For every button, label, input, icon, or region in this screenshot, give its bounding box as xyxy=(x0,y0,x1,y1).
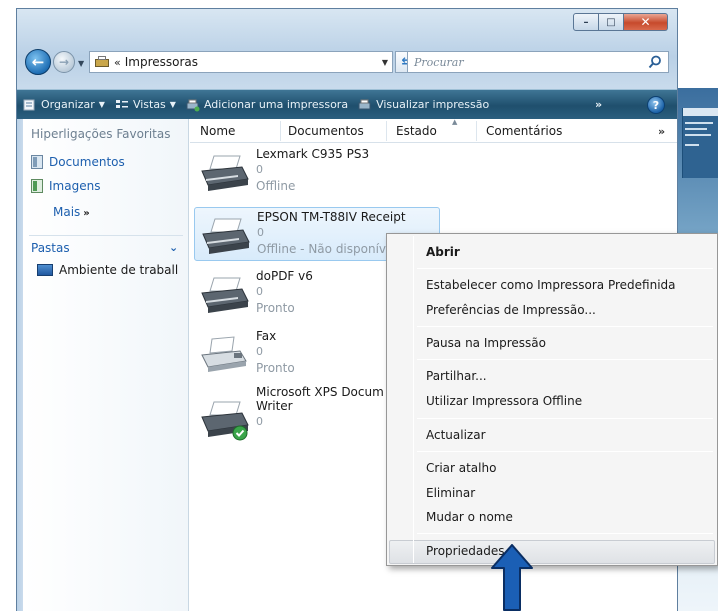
back-arrow-icon: ← xyxy=(31,53,45,71)
printer-name: Lexmark C935 PS3 xyxy=(256,147,370,161)
maximize-icon: □ xyxy=(606,16,616,28)
printer-name: Fax xyxy=(256,329,277,343)
favorite-links-heading: Hiperligações Favoritas xyxy=(31,127,171,141)
views-menu[interactable]: Vistas ▼ xyxy=(115,98,176,112)
address-chevron[interactable]: « xyxy=(114,56,121,69)
context-menu: Abrir Estabelecer como Impressora Predef… xyxy=(386,233,718,566)
recent-pages-dropdown[interactable]: ▼ xyxy=(78,59,84,68)
help-button[interactable]: ? xyxy=(647,96,665,114)
printer-status: Pronto xyxy=(256,361,295,375)
screen: – □ ✕ ← → ▼ « Impressoras ▼ ⇆ Procurar O… xyxy=(0,0,718,611)
printer-document-count: 0 xyxy=(256,285,263,298)
printer-document-count: 0 xyxy=(256,415,263,428)
double-chevron-icon: » xyxy=(83,208,90,219)
see-print-queue-button[interactable]: Visualizar impressão xyxy=(358,98,489,112)
pictures-icon xyxy=(31,179,43,193)
folders-toggle[interactable]: Pastas xyxy=(31,241,70,255)
add-printer-icon xyxy=(186,99,200,111)
column-header-status[interactable]: Estado xyxy=(396,124,437,138)
back-button[interactable]: ← xyxy=(25,49,51,75)
folder-tree-desktop[interactable]: Ambiente de traball xyxy=(37,263,178,277)
printers-folder-icon xyxy=(94,55,110,69)
column-headers: Nome Documentos Estado ▲ Comentários » xyxy=(190,119,677,143)
menu-item-use-printer-offline[interactable]: Utilizar Impressora Offline xyxy=(426,394,582,408)
column-header-documents[interactable]: Documentos xyxy=(288,124,364,138)
printer-icon xyxy=(202,218,250,254)
minimize-icon: – xyxy=(583,16,589,28)
column-header-comments[interactable]: Comentários xyxy=(486,124,562,138)
fax-icon xyxy=(201,336,247,372)
menu-item-open[interactable]: Abrir xyxy=(426,245,460,259)
print-queue-icon xyxy=(358,99,371,109)
default-printer-icon xyxy=(201,401,249,441)
command-bar: Organizar ▼ Vistas ▼ Adicionar uma impress… xyxy=(17,89,677,119)
printer-document-count: 0 xyxy=(257,226,264,239)
address-dropdown-icon[interactable]: ▼ xyxy=(382,58,388,67)
address-path[interactable]: Impressoras xyxy=(125,55,198,69)
close-button[interactable]: ✕ xyxy=(624,13,668,31)
background-window-thumbnail xyxy=(682,108,718,178)
menu-item-rename[interactable]: Mudar o nome xyxy=(426,510,513,524)
minimize-button[interactable]: – xyxy=(573,13,599,31)
favorite-link-pictures[interactable]: Imagens xyxy=(31,179,100,193)
chevron-down-icon[interactable]: ⌄ xyxy=(169,241,178,254)
printer-document-count: 0 xyxy=(256,345,263,358)
menu-item-delete[interactable]: Eliminar xyxy=(426,486,475,500)
printer-name: EPSON TM-T88IV Receipt xyxy=(257,210,406,224)
menu-item-refresh[interactable]: Actualizar xyxy=(426,428,486,442)
printer-document-count: 0 xyxy=(256,163,263,176)
forward-button[interactable]: → xyxy=(53,51,75,73)
forward-arrow-icon: → xyxy=(58,55,70,69)
printer-status: Offline xyxy=(256,179,296,193)
add-printer-button[interactable]: Adicionar uma impressora xyxy=(186,98,348,112)
organize-menu[interactable]: Organizar ▼ xyxy=(23,98,105,112)
views-icon xyxy=(115,99,128,108)
menu-item-create-shortcut[interactable]: Criar atalho xyxy=(426,461,496,475)
printer-item[interactable]: Lexmark C935 PS3 0 Offline xyxy=(194,145,440,199)
menu-item-pause-printing[interactable]: Pausa na Impressão xyxy=(426,336,546,350)
printer-name: Microsoft XPS Docum xyxy=(256,385,384,399)
printer-name-line2: Writer xyxy=(256,399,293,413)
search-box[interactable]: Procurar xyxy=(407,51,669,73)
printer-status: Offline - Não disponív xyxy=(257,242,387,256)
printer-name: doPDF v6 xyxy=(256,269,313,283)
menu-item-sharing[interactable]: Partilhar... xyxy=(426,369,487,383)
organize-icon xyxy=(23,99,35,110)
maximize-button[interactable]: □ xyxy=(599,13,624,31)
menu-item-set-default-printer[interactable]: Estabelecer como Impressora Predefinida xyxy=(426,278,676,292)
toolbar-overflow-button[interactable]: » xyxy=(595,98,602,111)
annotation-arrow-up-icon xyxy=(491,544,533,611)
close-icon: ✕ xyxy=(640,15,651,29)
printer-status: Pronto xyxy=(256,301,295,315)
chevron-down-icon: ▼ xyxy=(98,100,105,109)
desktop-icon xyxy=(37,264,53,276)
navigation-pane: Hiperligações Favoritas Documentos Image… xyxy=(23,119,189,611)
columns-overflow-button[interactable]: » xyxy=(658,125,665,138)
printer-icon xyxy=(201,277,249,313)
printer-icon xyxy=(201,155,249,191)
search-icon[interactable] xyxy=(648,55,662,69)
caption-buttons: – □ ✕ xyxy=(573,13,668,33)
address-bar[interactable]: « Impressoras ▼ xyxy=(89,51,393,73)
more-links-button[interactable]: Mais» xyxy=(53,205,90,219)
menu-item-printing-preferences[interactable]: Preferências de Impressão... xyxy=(426,303,596,317)
favorite-link-documents[interactable]: Documentos xyxy=(31,155,125,169)
search-input[interactable]: Procurar xyxy=(414,56,464,69)
chevron-down-icon: ▼ xyxy=(169,100,176,109)
column-header-name[interactable]: Nome xyxy=(200,124,235,138)
documents-icon xyxy=(31,155,43,169)
sort-indicator-icon: ▲ xyxy=(452,119,458,126)
